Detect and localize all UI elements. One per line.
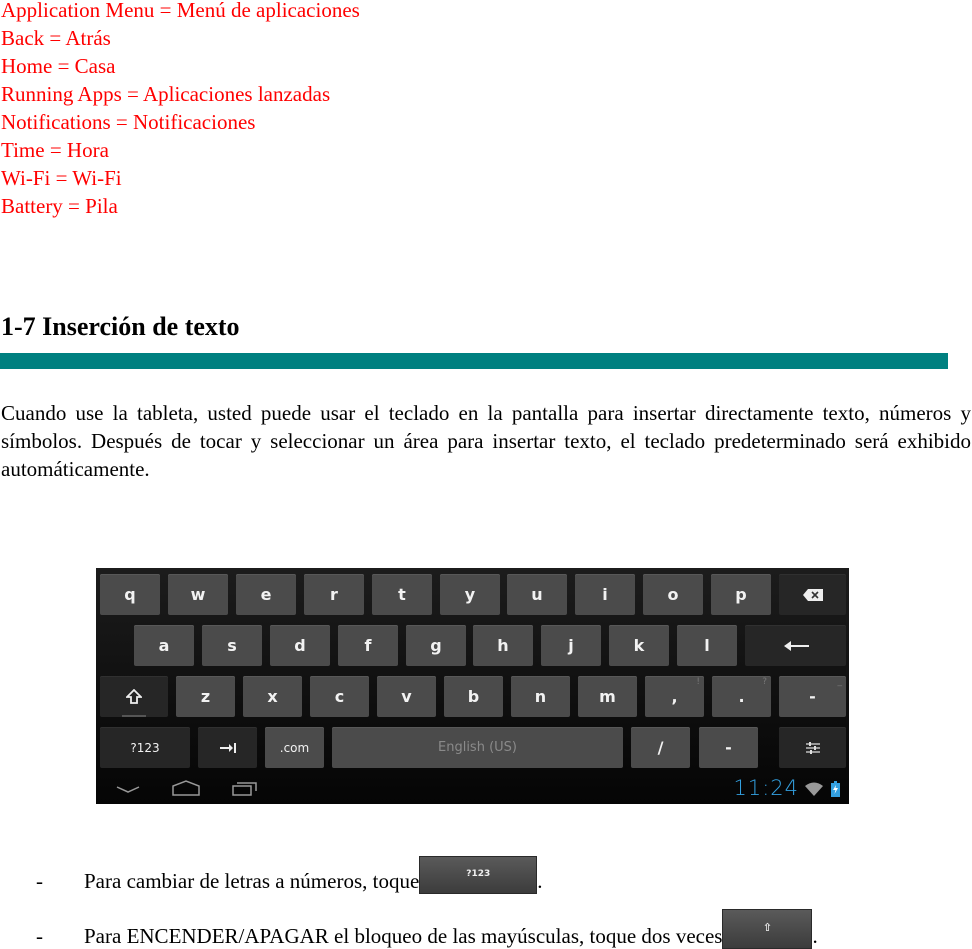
running-apps-icon bbox=[232, 782, 257, 796]
glossary-list: Application Menu = Menú de aplicaciones … bbox=[1, 0, 360, 220]
key-q: q bbox=[100, 574, 160, 615]
key-j: j bbox=[541, 625, 601, 666]
key-o: o bbox=[643, 574, 703, 615]
key-f: f bbox=[338, 625, 398, 666]
key-comma-hint: ! bbox=[696, 677, 700, 687]
key-w: w bbox=[168, 574, 228, 615]
key-g: g bbox=[406, 625, 466, 666]
key-e: e bbox=[236, 574, 296, 615]
bullet-end: . bbox=[537, 869, 543, 893]
key-v: v bbox=[377, 676, 436, 717]
inline-symbols-key-image: ?123 bbox=[419, 856, 538, 894]
key-s: s bbox=[202, 625, 262, 666]
key-dash: - _ bbox=[779, 676, 846, 717]
section-title: 1-7 Inserción de texto bbox=[1, 312, 240, 341]
battery-icon bbox=[831, 781, 840, 797]
key-dash-2: - bbox=[699, 727, 758, 768]
key-symbols: ?123 bbox=[100, 727, 190, 768]
home-icon bbox=[172, 780, 200, 796]
key-enter bbox=[745, 625, 846, 666]
key-backspace bbox=[779, 574, 846, 615]
key-shift bbox=[100, 676, 168, 717]
enter-icon bbox=[783, 640, 809, 651]
key-settings bbox=[779, 727, 846, 768]
wifi-icon bbox=[805, 782, 823, 796]
key-l: l bbox=[677, 625, 737, 666]
glossary-item: Back = Atrás bbox=[1, 26, 111, 50]
settings-sliders-icon bbox=[805, 741, 820, 754]
glossary-item: Application Menu = Menú de aplicaciones bbox=[1, 0, 360, 22]
key-z: z bbox=[176, 676, 235, 717]
key-comma: , ! bbox=[645, 676, 704, 717]
key-c: c bbox=[310, 676, 369, 717]
bullet-end: . bbox=[812, 924, 818, 948]
key-u: u bbox=[507, 574, 567, 615]
bullet-dash: - bbox=[36, 869, 43, 893]
bullet-text: Para cambiar de letras a números, toque bbox=[84, 869, 420, 893]
key-r: r bbox=[304, 574, 364, 615]
bullet-item: - Para ENCENDER/APAGAR el bloqueo de las … bbox=[36, 909, 818, 949]
glossary-item: Time = Hora bbox=[1, 138, 109, 162]
key-k: k bbox=[609, 625, 669, 666]
caps-indicator bbox=[122, 715, 146, 717]
key-comma-label: , bbox=[671, 687, 678, 706]
inline-shift-key-image: ⇧ bbox=[722, 909, 813, 949]
tab-icon bbox=[219, 742, 236, 753]
key-period: . ? bbox=[712, 676, 771, 717]
intro-paragraph: Cuando use la tableta, usted puede usar … bbox=[1, 401, 971, 481]
section-divider bbox=[0, 353, 948, 369]
back-icon bbox=[116, 786, 140, 793]
key-slash: / bbox=[631, 727, 690, 768]
key-x: x bbox=[243, 676, 302, 717]
key-b: b bbox=[444, 676, 503, 717]
keyboard-screenshot: q w e r t y u i o p a s d f g h j k l z … bbox=[96, 568, 849, 804]
key-h: h bbox=[473, 625, 533, 666]
glossary-item: Wi-Fi = Wi-Fi bbox=[1, 166, 122, 190]
glossary-item: Running Apps = Aplicaciones lanzadas bbox=[1, 82, 331, 106]
key-dash-label: - bbox=[809, 687, 816, 706]
key-tab bbox=[198, 727, 257, 768]
key-period-hint: ? bbox=[762, 677, 767, 687]
bullet-text: Para ENCENDER/APAGAR el bloqueo de las m… bbox=[84, 924, 723, 948]
key-space: English (US) bbox=[332, 727, 623, 768]
key-t: t bbox=[372, 574, 432, 615]
key-y: y bbox=[440, 574, 500, 615]
glossary-item: Notifications = Notificaciones bbox=[1, 110, 256, 134]
glossary-item: Battery = Pila bbox=[1, 194, 118, 218]
key-d: d bbox=[270, 625, 330, 666]
key-i: i bbox=[575, 574, 635, 615]
shift-icon bbox=[126, 688, 142, 704]
key-m: m bbox=[578, 676, 637, 717]
status-clock: 11:24 bbox=[733, 776, 799, 800]
key-a: a bbox=[134, 625, 194, 666]
backspace-icon bbox=[802, 588, 823, 601]
key-dotcom: .com bbox=[265, 727, 324, 768]
key-dash-hint: _ bbox=[837, 677, 843, 687]
glossary-item: Home = Casa bbox=[1, 54, 116, 78]
key-p: p bbox=[711, 574, 771, 615]
bullet-dash: - bbox=[36, 924, 43, 948]
key-n: n bbox=[511, 676, 570, 717]
key-period-label: . bbox=[738, 687, 745, 706]
system-navbar: 11:24 bbox=[96, 774, 849, 804]
bullet-item: - Para cambiar de letras a números, toque… bbox=[36, 856, 543, 894]
